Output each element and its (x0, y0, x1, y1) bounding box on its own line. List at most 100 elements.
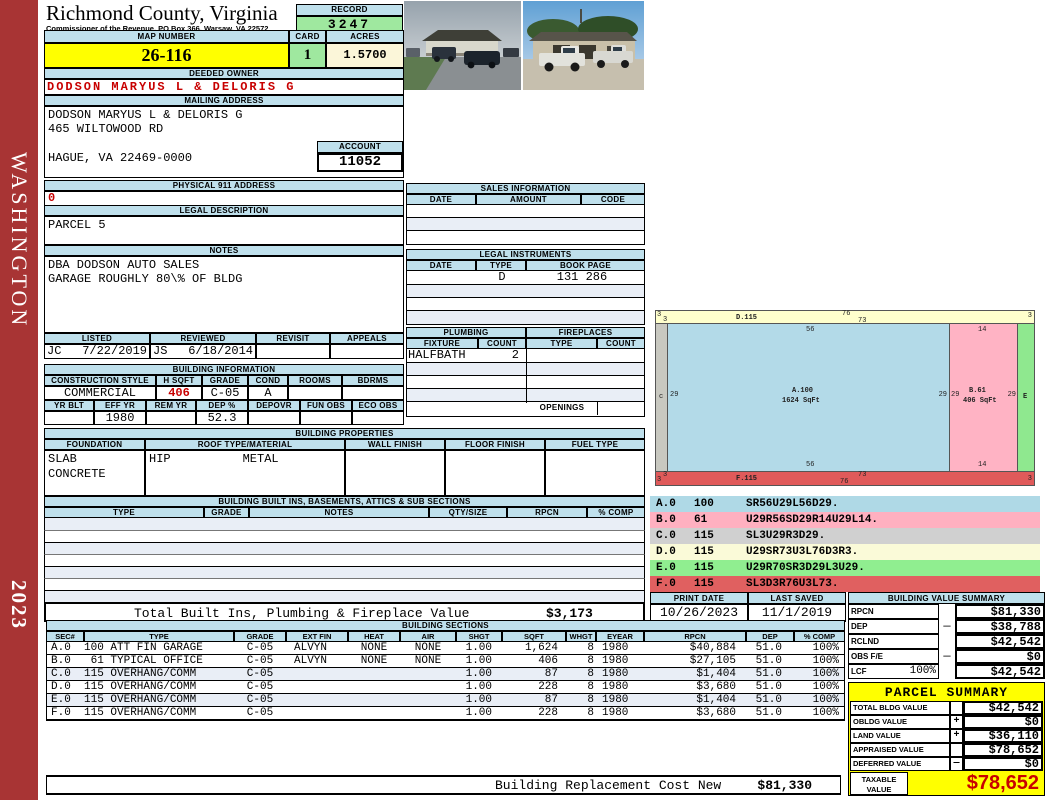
mailing-line-2: 465 WILTOWOOD RD (48, 122, 164, 136)
hsqft-value: 406 (156, 386, 202, 400)
account-box: ACCOUNT 11052 (317, 141, 403, 172)
sketch-d-label: D.115 (736, 314, 758, 322)
col-dep2: DEP (746, 631, 794, 642)
property-photo-left[interactable] (404, 1, 521, 90)
bs-cell-sec: D.0 (51, 681, 71, 693)
openings-value (598, 402, 645, 415)
parcel-summary-title: PARCEL SUMMARY (884, 685, 1009, 700)
mailing-line-1: DODSON MARYUS L & DELORIS G (48, 108, 243, 122)
col-sales-date: DATE (406, 194, 476, 205)
col-foundation: FOUNDATION (44, 439, 145, 450)
openings-label: OPENINGS (527, 402, 598, 415)
sc-code: 115 (694, 562, 714, 574)
bs-cell-air (400, 707, 456, 719)
sketch-a-sqft: 1624 SqFt (782, 397, 820, 405)
fixture-value: HALFBATH (408, 348, 466, 362)
building-information-label: BUILDING INFORMATION (44, 364, 404, 375)
col-depovr: DEPOVR (248, 400, 300, 411)
account-label: ACCOUNT (317, 141, 403, 153)
col-grade2: GRADE (234, 631, 286, 642)
bs-cell-comp: 100% (812, 655, 839, 667)
ps-op: + (950, 715, 963, 729)
bs-cell-grade: C-05 (246, 681, 274, 693)
ps-row: OBLDG VALUE + $0 (850, 715, 1043, 729)
reviewed-label: REVIEWED (150, 333, 256, 344)
roof-type-value: HIP (149, 452, 171, 466)
bs-cell-rpcn: $3,680 (696, 681, 736, 693)
sketch-dim: 76 (842, 310, 851, 318)
sketch-section-b: 14 29 B.61 406 SqFt 29 14 (950, 324, 1018, 472)
deeded-owner-value: DODSON MARYUS L & DELORIS G (44, 79, 404, 95)
col-rpcn: RPCN (644, 631, 746, 642)
fuel-type-value (545, 450, 645, 496)
sc-code: 115 (694, 578, 714, 590)
foundation-line-2: CONCRETE (48, 467, 106, 481)
bs-cell-sec: F.0 (51, 707, 71, 719)
appeals-label: APPEALS (330, 333, 404, 344)
bs-cell-sqft: 406 (538, 655, 558, 667)
bvs-op: — (943, 619, 951, 633)
openings-row: OPENINGS (407, 402, 644, 415)
col-comp: % COMP (794, 631, 845, 642)
col-heat: HEAT (348, 631, 400, 642)
building-section-row: C.0 115 OVERHANG/COMM C-05 1.00 87 8 1980 $1,40… (47, 668, 844, 681)
sketch-dim: 29 (938, 391, 947, 399)
sc-code: 115 (694, 530, 714, 542)
parcel-summary: PARCEL SUMMARY TOTAL BLDG VALUE $42,542 … (848, 682, 1045, 796)
bvs-row: OBS F/E — $0 (848, 649, 1045, 664)
bs-cell-rpcn: $3,680 (696, 707, 736, 719)
bs-cell-heat (348, 707, 400, 719)
last-saved-label: LAST SAVED (748, 592, 846, 604)
notes-box: NOTES DBA DODSON AUTO SALES GARAGE ROUGH… (44, 245, 404, 333)
sc-sec: C.0 (656, 530, 676, 542)
bs-cell-heat (348, 668, 400, 680)
roof-material-value: METAL (242, 452, 279, 466)
bs-cell-air: NONE (414, 655, 442, 667)
sketch-section-f: 3 3 F.115 73 76 3 (655, 472, 1035, 486)
mailing-address-box: MAILING ADDRESS DODSON MARYUS L & DELORI… (44, 95, 404, 178)
property-photo-right[interactable] (523, 1, 644, 90)
bs-cell-comp: 100% (812, 694, 839, 706)
sc-code: 61 (694, 514, 708, 526)
visits-box: LISTED REVIEWED REVISIT APPEALS JC 7/22/2… (44, 333, 404, 359)
ps-value: $42,542 (963, 701, 1043, 715)
sales-empty-row (407, 231, 644, 244)
bvs-label: DEP (851, 622, 868, 631)
col-roof: ROOF TYPE/MATERIAL (145, 439, 345, 450)
bs-cell-sec: C.0 (51, 668, 71, 680)
ps-op: + (950, 729, 963, 743)
built-ins-empty-row (44, 542, 645, 554)
sc-sec: A.0 (656, 498, 676, 510)
bs-cell-ext (286, 694, 348, 706)
fixture-count-value: 2 (511, 348, 519, 362)
built-ins-empty-row (44, 530, 645, 542)
ps-row: DEFERRED VALUE — $0 (850, 757, 1043, 771)
col-air: AIR (400, 631, 456, 642)
physical-address-label: PHYSICAL 911 ADDRESS (44, 180, 404, 191)
effyr-value: 1980 (94, 411, 146, 425)
listed-label: LISTED (44, 333, 150, 344)
bs-cell-shgt: 1.00 (465, 655, 492, 667)
sketch-section-c: c (655, 324, 668, 472)
sketch-dim: 29 (670, 391, 679, 399)
bvs-op (939, 634, 955, 649)
built-ins-total-label: Total Built Ins, Plumbing & Fireplace Va… (134, 606, 470, 621)
sketch-dim: 73 (858, 471, 867, 479)
sketch-dim: 14 (978, 326, 987, 334)
instrument-empty-row (407, 285, 644, 298)
built-ins-label: BUILDING BUILT INS, BASEMENTS, ATTICS & … (44, 496, 645, 507)
bs-cell-eyear: 1980 (602, 668, 629, 680)
bs-cell-dep: 51.0 (755, 707, 782, 719)
bs-cell-rpcn: $27,105 (689, 655, 736, 667)
taxable-row: TAXABLE VALUE $78,652 (850, 772, 1043, 795)
bvs-value: $0 (955, 649, 1045, 664)
building-section-row: A.0 100 ATT FIN GARAGE C-05 ALVYN NONE NONE 1.… (47, 642, 844, 655)
sales-empty-row (407, 205, 644, 218)
built-ins-total-value: $3,173 (546, 606, 593, 621)
col-construction-style: CONSTRUCTION STYLE (44, 375, 156, 386)
sketch-dim: 56 (806, 326, 815, 334)
ps-row: TOTAL BLDG VALUE $42,542 (850, 701, 1043, 715)
bs-cell-ext (286, 668, 348, 680)
instrument-row: D 131 286 (407, 271, 644, 285)
bs-cell-dep: 51.0 (755, 668, 782, 680)
